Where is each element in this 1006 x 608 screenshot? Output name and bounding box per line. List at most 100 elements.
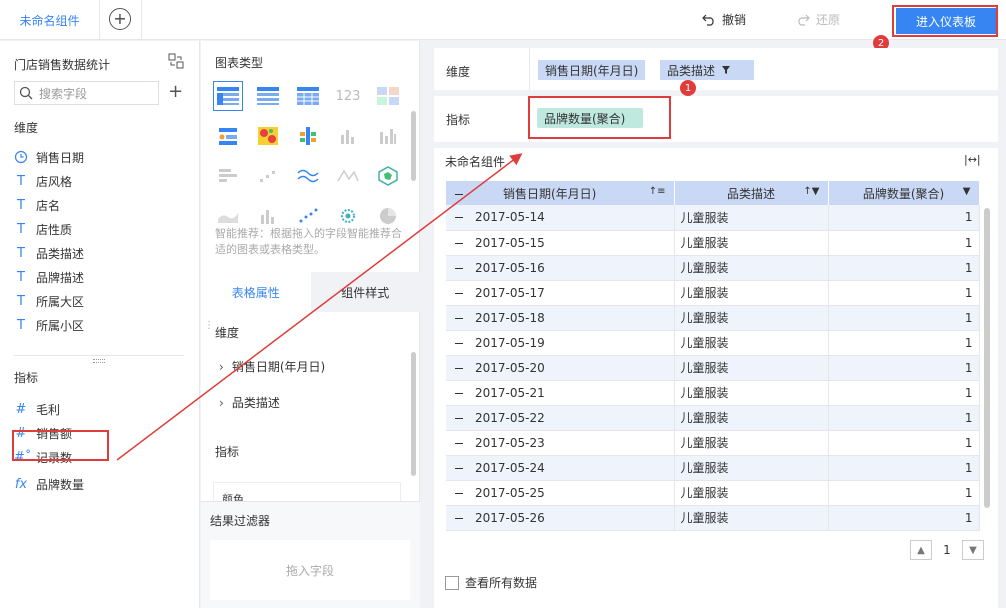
drag-handle-icon[interactable]: ⋮ (204, 320, 214, 331)
redo-button[interactable]: 还原 (796, 11, 840, 28)
table-row[interactable]: 2017-05-23 儿童服装 1 (446, 430, 980, 456)
field-item[interactable]: fx 品牌数量 (14, 474, 84, 494)
dropdown-icon[interactable]: ▼ (963, 186, 971, 197)
table-row[interactable]: 2017-05-14 儿童服装 1 (446, 205, 980, 231)
collapse-icon[interactable] (455, 292, 463, 294)
add-tab-button[interactable]: + (109, 8, 131, 30)
cell-text: 1 (964, 335, 973, 350)
search-input[interactable]: 搜索字段 (14, 81, 159, 105)
text-type-icon: T (17, 197, 25, 213)
polygon-map-icon[interactable] (373, 161, 403, 191)
field-item[interactable]: T 店名 (14, 195, 60, 215)
collapse-icon[interactable] (455, 217, 463, 219)
tab-unnamed-component[interactable]: 未命名组件 (0, 0, 100, 40)
table-row[interactable]: 2017-05-19 儿童服装 1 (446, 330, 980, 356)
kpi-number-icon[interactable]: 123 (333, 81, 363, 111)
fit-width-icon[interactable]: |↔| (964, 153, 981, 166)
sort-icon[interactable]: ↑≡ (649, 186, 666, 197)
cell-text: 1 (964, 385, 973, 400)
chart-type-scrollbar[interactable] (411, 111, 416, 181)
table-scrollbar[interactable] (984, 208, 990, 508)
table-row[interactable]: 2017-05-26 儿童服装 1 (446, 505, 980, 531)
collapse-icon[interactable] (455, 492, 463, 494)
collapse-icon[interactable] (455, 442, 463, 444)
radar-disabled-icon[interactable] (333, 161, 363, 191)
cell-text: 2017-05-26 (475, 510, 545, 525)
cross-table-icon[interactable] (293, 81, 323, 111)
resize-grip[interactable] (93, 359, 105, 363)
collapse-icon[interactable] (455, 267, 463, 269)
undo-button[interactable]: 撤销 (702, 11, 746, 28)
cell-text: 儿童服装 (680, 436, 729, 450)
bar-disabled-icon[interactable] (373, 121, 403, 151)
dimension-chip-date[interactable]: 销售日期(年月日) (538, 60, 646, 80)
collapse-all-icon[interactable] (455, 193, 463, 195)
field-label: 品牌数量 (36, 477, 85, 492)
horizontal-bar-disabled-icon[interactable] (213, 161, 243, 191)
bar-disabled-icon[interactable] (333, 121, 363, 151)
group-table-icon[interactable] (213, 81, 243, 111)
cell-text: 1 (964, 510, 973, 525)
prev-page-button[interactable]: ▲ (910, 540, 932, 560)
field-label: 品类描述 (36, 246, 85, 261)
field-item[interactable]: T 品牌描述 (14, 267, 84, 287)
table-row[interactable]: 2017-05-24 儿童服装 1 (446, 455, 980, 481)
next-page-button[interactable]: ▼ (962, 540, 984, 560)
field-label: 所属小区 (36, 318, 85, 333)
collapse-icon[interactable] (455, 317, 463, 319)
column-header-count[interactable]: 品牌数量(聚合) ▼ (828, 181, 980, 205)
field-item[interactable]: T 品类描述 (14, 243, 84, 263)
field-item[interactable]: # 毛利 (14, 399, 60, 419)
field-item[interactable]: T 店风格 (14, 171, 72, 191)
detail-table-icon[interactable] (253, 81, 283, 111)
dimension-chip-category[interactable]: 品类描述 (660, 60, 754, 80)
kpi-card-icon[interactable] (373, 81, 403, 111)
tab-table-props[interactable]: 表格属性 (201, 272, 311, 312)
line-icon[interactable] (293, 161, 323, 191)
heatmap-icon[interactable] (253, 121, 283, 151)
table-row[interactable]: 2017-05-21 儿童服装 1 (446, 380, 980, 406)
table-row[interactable]: 2017-05-16 儿童服装 1 (446, 255, 980, 281)
cell-text: 1 (964, 410, 973, 425)
collapse-icon[interactable] (455, 242, 463, 244)
cell-category: 儿童服装 (674, 430, 829, 456)
table-row[interactable]: 2017-05-20 儿童服装 1 (446, 355, 980, 381)
switch-dataset-icon[interactable] (168, 53, 184, 69)
cell-text: 儿童服装 (680, 286, 729, 300)
field-item[interactable]: T 所属小区 (14, 315, 84, 335)
table-row[interactable]: 2017-05-22 儿童服装 1 (446, 405, 980, 431)
text-type-icon: T (17, 173, 25, 189)
tab-component-style[interactable]: 组件样式 (310, 272, 420, 312)
field-item[interactable]: T 店性质 (14, 219, 72, 239)
field-item[interactable]: 销售日期 (14, 147, 84, 167)
undo-icon (702, 14, 714, 26)
props-scrollbar[interactable] (411, 352, 416, 476)
show-all-data-checkbox[interactable]: 查看所有数据 (445, 574, 537, 591)
filter-drop-zone[interactable]: 拖入字段 (210, 540, 410, 600)
field-item[interactable]: T 所属大区 (14, 291, 84, 311)
scatter-disabled-icon[interactable] (253, 161, 283, 191)
props-dimension-item[interactable]: › 销售日期(年月日) (219, 358, 325, 375)
table-row[interactable]: 2017-05-15 儿童服装 1 (446, 230, 980, 256)
column-header-category[interactable]: 品类描述 ↑▼ (674, 181, 829, 205)
table-row[interactable]: 2017-05-17 儿童服装 1 (446, 280, 980, 306)
props-dimension-item[interactable]: › 品类描述 (219, 394, 280, 411)
checkbox-box[interactable] (445, 575, 459, 590)
table-row[interactable]: 2017-05-25 儿童服装 1 (446, 480, 980, 506)
number-type-icon: # (15, 401, 27, 417)
cluster-icon[interactable] (293, 121, 323, 151)
collapse-icon[interactable] (455, 342, 463, 344)
collapse-icon[interactable] (455, 367, 463, 369)
cell-text: 2017-05-20 (475, 360, 545, 375)
sort-filter-icon[interactable]: ↑▼ (803, 186, 819, 197)
current-page: 1 (943, 543, 951, 557)
multi-series-icon[interactable] (213, 121, 243, 151)
annotation-badge-1: 1 (680, 80, 696, 96)
column-header-date[interactable]: 销售日期(年月日) ↑≡ (446, 181, 675, 205)
table-row[interactable]: 2017-05-18 儿童服装 1 (446, 305, 980, 331)
collapse-icon[interactable] (455, 517, 463, 519)
collapse-icon[interactable] (455, 467, 463, 469)
add-field-button[interactable]: + (168, 81, 183, 103)
collapse-icon[interactable] (455, 417, 463, 419)
collapse-icon[interactable] (455, 392, 463, 394)
